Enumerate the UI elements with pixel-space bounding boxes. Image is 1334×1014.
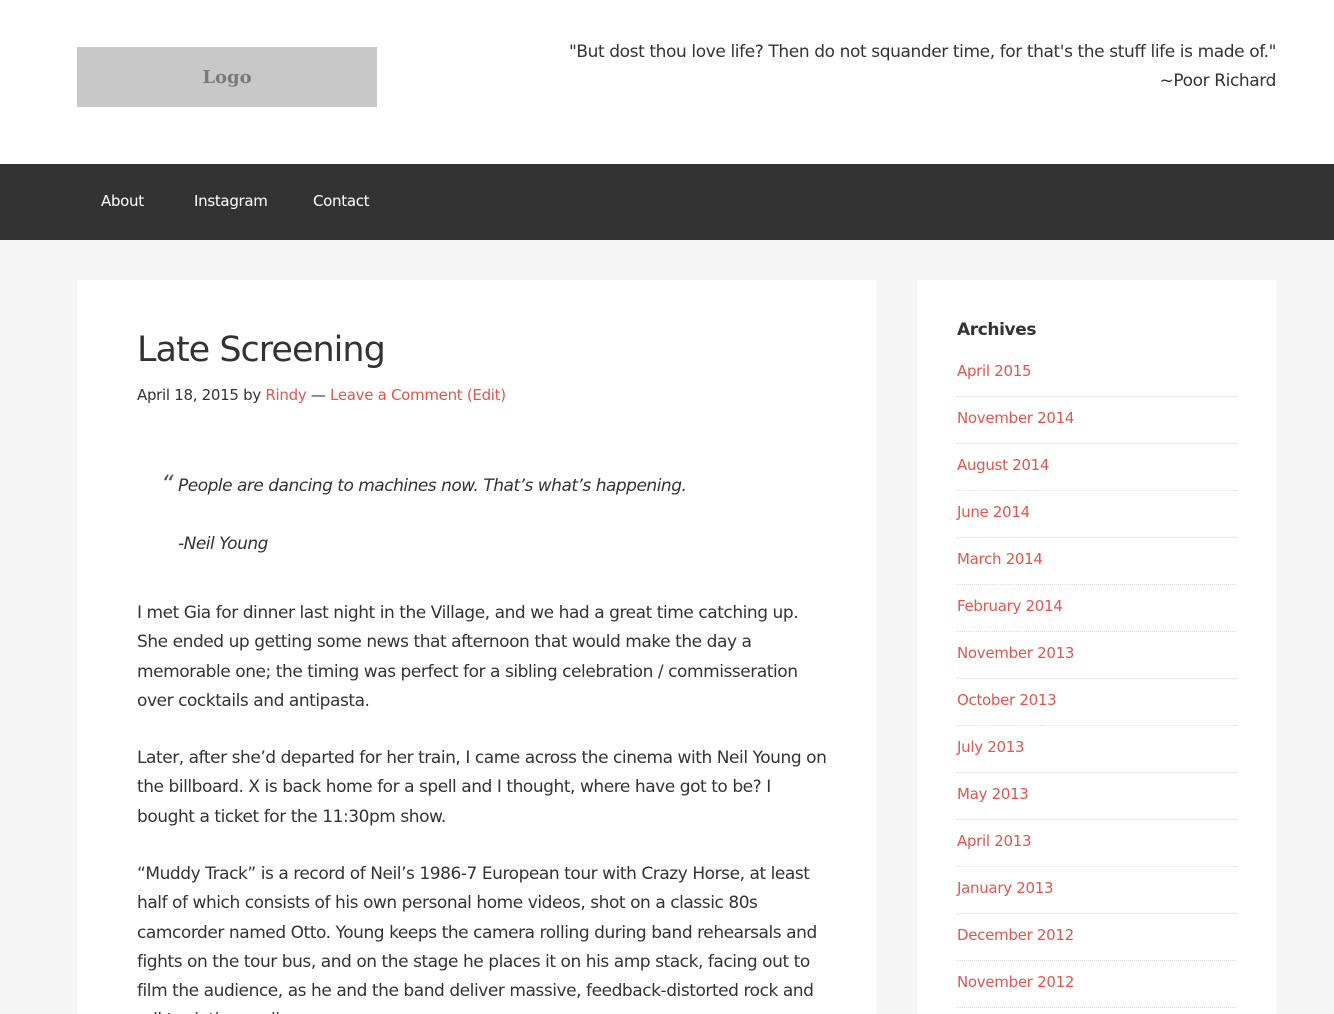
archive-item: January 2013 — [957, 867, 1237, 914]
post-paragraph: I met Gia for dinner last night in the V… — [137, 603, 799, 711]
sidebar: Archives April 2015 November 2014 August… — [917, 280, 1277, 1014]
post-paragraph: Later, after she’d departed for her trai… — [137, 748, 827, 827]
archive-item: November 2012 — [957, 961, 1237, 1008]
archives-list: April 2015 November 2014 August 2014 Jun… — [957, 350, 1237, 1008]
primary-nav: About Instagram Contact — [0, 164, 1334, 240]
archive-link[interactable]: November 2013 — [957, 644, 1074, 662]
meta-separator: — — [310, 386, 326, 404]
header-quote-text: "But dost thou love life? Then do not sq… — [568, 42, 1276, 62]
archive-link[interactable]: April 2013 — [957, 832, 1032, 850]
archive-link[interactable]: November 2014 — [957, 409, 1074, 427]
archive-item: June 2014 — [957, 491, 1237, 538]
leave-comment-link[interactable]: Leave a Comment — [330, 386, 463, 404]
blockquote-text: People are dancing to machines now. That… — [178, 476, 687, 496]
archive-item: August 2014 — [957, 444, 1237, 491]
archive-link[interactable]: October 2013 — [957, 691, 1057, 709]
archive-link[interactable]: January 2013 — [957, 879, 1054, 897]
quote-mark-icon: “ — [161, 470, 174, 498]
archive-link[interactable]: August 2014 — [957, 456, 1049, 474]
archive-item: October 2013 — [957, 679, 1237, 726]
archive-item: December 2012 — [957, 914, 1237, 961]
archive-item: February 2014 — [957, 585, 1237, 632]
header-quote-attribution: ~Poor Richard — [1159, 71, 1277, 91]
blockquote-attribution: -Neil Young — [178, 534, 268, 554]
archive-link[interactable]: July 2013 — [957, 738, 1025, 756]
archives-widget-title: Archives — [957, 320, 1037, 340]
post-paragraph: “Muddy Track” is a record of Neil’s 1986… — [137, 864, 817, 1014]
nav-item-about[interactable]: About — [101, 192, 144, 210]
archive-item: November 2013 — [957, 632, 1237, 679]
post-author-link[interactable]: Rindy — [265, 386, 306, 404]
nav-item-instagram[interactable]: Instagram — [194, 192, 268, 210]
archive-item: May 2013 — [957, 773, 1237, 820]
header-quote: "But dost thou love life? Then do not sq… — [556, 38, 1276, 96]
post-title: Late Screening — [137, 330, 386, 370]
archive-link[interactable]: May 2013 — [957, 785, 1029, 803]
edit-link[interactable]: (Edit) — [467, 386, 506, 404]
site-logo[interactable]: Logo — [77, 47, 377, 107]
archive-item: April 2013 — [957, 820, 1237, 867]
archive-link[interactable]: February 2014 — [957, 597, 1063, 615]
post-content: Late Screening April 18, 2015 by Rindy —… — [77, 280, 877, 1014]
archive-link[interactable]: April 2015 — [957, 362, 1032, 380]
archive-link[interactable]: March 2014 — [957, 550, 1043, 568]
archive-link[interactable]: December 2012 — [957, 926, 1074, 944]
archive-item: March 2014 — [957, 538, 1237, 585]
archive-item: November 2014 — [957, 397, 1237, 444]
post-date: April 18, 2015 — [137, 386, 239, 404]
post-by: by — [243, 386, 261, 404]
site-header: Logo "But dost thou love life? Then do n… — [0, 0, 1334, 164]
archive-link[interactable]: November 2012 — [957, 973, 1074, 991]
archive-item: April 2015 — [957, 350, 1237, 397]
nav-item-contact[interactable]: Contact — [313, 192, 370, 210]
post-meta: April 18, 2015 by Rindy — Leave a Commen… — [137, 386, 506, 404]
archive-link[interactable]: June 2014 — [957, 503, 1030, 521]
archive-item: July 2013 — [957, 726, 1237, 773]
